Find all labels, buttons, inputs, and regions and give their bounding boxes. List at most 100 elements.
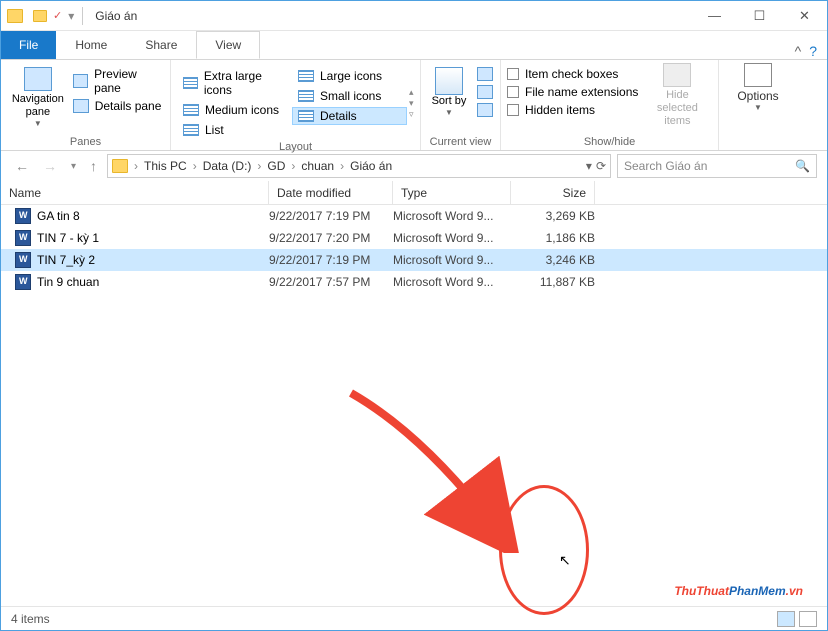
ribbon-collapse-icon[interactable]: ^	[795, 43, 802, 59]
crumb-data[interactable]: Data (D:)	[199, 159, 256, 173]
showhide-group-label: Show/hide	[507, 134, 712, 150]
current-view-group-label: Current view	[427, 134, 494, 150]
tab-file[interactable]: File	[1, 31, 56, 59]
crumb-current[interactable]: Giáo án	[346, 159, 396, 173]
qat-properties-icon[interactable]	[33, 10, 47, 22]
file-date: 9/22/2017 7:19 PM	[269, 209, 393, 223]
qat-check-icon[interactable]: ✓	[53, 9, 62, 22]
navigation-pane-icon	[24, 67, 52, 91]
search-placeholder: Search Giáo án	[624, 159, 707, 173]
watermark: ThuThuatPhanMem.vn	[674, 574, 803, 602]
forward-button[interactable]: →	[39, 158, 61, 174]
file-type: Microsoft Word 9...	[393, 231, 511, 245]
tab-home[interactable]: Home	[56, 31, 126, 59]
address-dropdown-icon[interactable]: ▾	[586, 159, 592, 173]
recent-button[interactable]: ▾	[67, 161, 80, 172]
file-type: Microsoft Word 9...	[393, 253, 511, 267]
qat-dropdown-icon[interactable]: ▾	[68, 9, 74, 23]
maximize-button[interactable]: ☐	[737, 1, 782, 31]
column-name[interactable]: Name	[1, 181, 269, 205]
up-button[interactable]: ↑	[86, 158, 101, 174]
details-pane-button[interactable]: Details pane	[73, 99, 164, 113]
file-size: 11,887 KB	[511, 275, 595, 289]
word-doc-icon	[15, 230, 31, 246]
item-checkboxes-toggle[interactable]: Item check boxes	[507, 67, 638, 81]
file-row[interactable]: Tin 9 chuan9/22/2017 7:57 PMMicrosoft Wo…	[1, 271, 827, 293]
column-size[interactable]: Size	[511, 181, 595, 205]
size-columns-icon[interactable]	[477, 103, 493, 117]
file-extensions-toggle[interactable]: File name extensions	[507, 85, 638, 99]
navigation-pane-label: Navigation pane	[7, 93, 69, 119]
preview-pane-icon	[73, 74, 88, 88]
column-date[interactable]: Date modified	[269, 181, 393, 205]
folder-icon	[7, 9, 23, 23]
close-button[interactable]: ✕	[782, 1, 827, 31]
options-button[interactable]: Options ▼	[725, 63, 791, 112]
sort-by-button[interactable]: Sort by ▼	[427, 67, 471, 117]
minimize-button[interactable]: —	[692, 1, 737, 31]
column-type[interactable]: Type	[393, 181, 511, 205]
word-doc-icon	[15, 208, 31, 224]
file-row[interactable]: TIN 7_kỳ 29/22/2017 7:19 PMMicrosoft Wor…	[1, 249, 827, 271]
hide-selected-button[interactable]: Hide selected items	[644, 63, 710, 128]
crumb-thispc[interactable]: This PC	[140, 159, 191, 173]
file-type: Microsoft Word 9...	[393, 209, 511, 223]
options-icon	[744, 63, 772, 87]
word-doc-icon	[15, 274, 31, 290]
back-button[interactable]: ←	[11, 158, 33, 174]
large-view-icon[interactable]	[799, 611, 817, 627]
details-pane-icon	[73, 99, 89, 113]
tab-share[interactable]: Share	[126, 31, 196, 59]
file-row[interactable]: TIN 7 - kỳ 19/22/2017 7:20 PMMicrosoft W…	[1, 227, 827, 249]
tab-view[interactable]: View	[196, 31, 260, 59]
file-type: Microsoft Word 9...	[393, 275, 511, 289]
word-doc-icon	[15, 252, 31, 268]
file-name: TIN 7_kỳ 2	[37, 253, 269, 267]
column-headers: Name Date modified Type Size	[1, 181, 827, 205]
address-bar-row: ← → ▾ ↑ › This PC› Data (D:)› GD› chuan›…	[1, 151, 827, 181]
file-date: 9/22/2017 7:20 PM	[269, 231, 393, 245]
layout-more[interactable]: ▿	[409, 109, 414, 120]
navigation-pane-button[interactable]: Navigation pane ▼	[7, 63, 69, 128]
crumb-gd[interactable]: GD	[263, 159, 289, 173]
details-view-icon[interactable]	[777, 611, 795, 627]
hidden-items-toggle[interactable]: Hidden items	[507, 103, 638, 117]
layout-scroll-down[interactable]: ▾	[409, 98, 414, 109]
group-by-icon[interactable]	[477, 67, 493, 81]
file-name: GA tin 8	[37, 209, 269, 223]
sort-icon	[435, 67, 463, 95]
layout-small[interactable]: Small icons	[292, 87, 407, 105]
layout-scroll-up[interactable]: ▴	[409, 87, 414, 98]
search-box[interactable]: Search Giáo án 🔍	[617, 154, 817, 178]
preview-pane-button[interactable]: Preview pane	[73, 67, 164, 95]
layout-medium[interactable]: Medium icons	[177, 101, 292, 119]
file-date: 9/22/2017 7:57 PM	[269, 275, 393, 289]
search-icon: 🔍	[795, 159, 810, 173]
file-name: Tin 9 chuan	[37, 275, 269, 289]
file-row[interactable]: GA tin 89/22/2017 7:19 PMMicrosoft Word …	[1, 205, 827, 227]
layout-group-label: Layout	[177, 139, 414, 155]
status-bar: 4 items	[1, 606, 827, 630]
hide-selected-icon	[663, 63, 691, 87]
layout-list[interactable]: List	[177, 121, 292, 139]
panes-group-label: Panes	[7, 134, 164, 150]
file-date: 9/22/2017 7:19 PM	[269, 253, 393, 267]
file-size: 3,246 KB	[511, 253, 595, 267]
file-name: TIN 7 - kỳ 1	[37, 231, 269, 245]
help-icon[interactable]: ?	[809, 43, 817, 59]
title-bar: ✓ ▾ Giáo án — ☐ ✕	[1, 1, 827, 31]
ribbon-tabs: File Home Share View ^ ?	[1, 31, 827, 59]
add-columns-icon[interactable]	[477, 85, 493, 99]
annotation-arrow	[331, 373, 531, 553]
item-count: 4 items	[11, 612, 50, 626]
file-size: 1,186 KB	[511, 231, 595, 245]
layout-extra-large[interactable]: Extra large icons	[177, 67, 292, 99]
crumb-chuan[interactable]: chuan	[297, 159, 338, 173]
annotation-ellipse	[499, 485, 589, 615]
address-bar[interactable]: › This PC› Data (D:)› GD› chuan› Giáo án…	[107, 154, 611, 178]
layout-large[interactable]: Large icons	[292, 67, 407, 85]
refresh-icon[interactable]: ⟳	[596, 159, 606, 173]
layout-details[interactable]: Details	[292, 107, 407, 125]
file-list: GA tin 89/22/2017 7:19 PMMicrosoft Word …	[1, 205, 827, 293]
ribbon: Navigation pane ▼ Preview pane Details p…	[1, 59, 827, 151]
